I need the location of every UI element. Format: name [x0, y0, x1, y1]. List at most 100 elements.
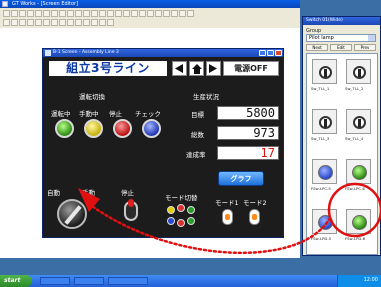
palette-item-caption: Sw_TLL_2: [345, 86, 364, 91]
palette-edit-button[interactable]: Edit: [330, 44, 352, 51]
pie-tool-icon[interactable]: [59, 19, 66, 26]
lamp-tool-icon[interactable]: [91, 19, 98, 26]
select-tool-icon[interactable]: [3, 19, 10, 26]
palette-switch-item[interactable]: [346, 59, 371, 84]
lamp-icon: [352, 215, 367, 230]
align-icon[interactable]: [91, 10, 98, 17]
properties-icon[interactable]: [147, 10, 154, 17]
taskbar-item[interactable]: [74, 277, 104, 285]
comment-icon[interactable]: [163, 10, 170, 17]
stop-toggle-switch[interactable]: [124, 199, 138, 221]
lamp-icon: [318, 165, 333, 180]
total-value[interactable]: 973: [217, 126, 279, 140]
mode1-key-switch[interactable]: [222, 209, 233, 225]
tray-clock: 12:00: [363, 277, 378, 283]
palette-prev-button[interactable]: Prev: [354, 44, 376, 51]
target-label: 目標: [191, 111, 204, 119]
front-icon[interactable]: [115, 10, 122, 17]
graph-tool-icon[interactable]: [107, 19, 114, 26]
close-icon[interactable]: [275, 50, 282, 56]
fill-tool-icon[interactable]: [67, 19, 74, 26]
check-lamp: [142, 119, 161, 138]
screen-icon: [45, 50, 51, 56]
taskbar: start 12:00: [0, 275, 381, 287]
ungroup-icon[interactable]: [107, 10, 114, 17]
home-screen-button[interactable]: [189, 61, 204, 76]
undo-icon[interactable]: [59, 10, 66, 17]
mode1-label: モード1: [215, 199, 239, 207]
editor-title: GT Works - [Screen Editor]: [12, 1, 79, 7]
lamp-icon: [318, 215, 333, 230]
line-tool-icon[interactable]: [19, 19, 26, 26]
polyline-tool-icon[interactable]: [27, 19, 34, 26]
text-tool-icon[interactable]: [11, 19, 18, 26]
transfer-icon[interactable]: [171, 10, 178, 17]
app-icon: [2, 1, 8, 7]
auto-manual-selector-switch[interactable]: [57, 199, 87, 229]
line-title: 組立3号ライン: [49, 61, 167, 76]
start-button[interactable]: start: [0, 275, 32, 287]
new-file-icon[interactable]: [3, 10, 10, 17]
palette-switch-item[interactable]: [312, 59, 337, 84]
prev-screen-button[interactable]: [172, 61, 187, 76]
grid-icon[interactable]: [83, 10, 90, 17]
open-folder-icon[interactable]: [11, 10, 18, 17]
palette-group-select[interactable]: Pilot lamp: [306, 34, 376, 42]
palette-next-button[interactable]: Next: [306, 44, 328, 51]
switch-tool-icon[interactable]: [83, 19, 90, 26]
taskbar-item[interactable]: [40, 277, 70, 285]
image-tool-icon[interactable]: [75, 19, 82, 26]
group-icon[interactable]: [99, 10, 106, 17]
save-icon[interactable]: [19, 10, 26, 17]
palette-item-caption: Sw_TLL_3: [311, 136, 330, 141]
switch-icon: [353, 116, 366, 129]
zoom-icon[interactable]: [75, 10, 82, 17]
palette-lamp-item[interactable]: [312, 159, 337, 184]
rectangle-tool-icon[interactable]: [35, 19, 42, 26]
device-icon[interactable]: [155, 10, 162, 17]
auto-label: 自動: [47, 189, 60, 197]
numeric-tool-icon[interactable]: [99, 19, 106, 26]
minimize-icon[interactable]: [259, 50, 266, 56]
palette-switch-item[interactable]: [312, 109, 337, 134]
flip-icon[interactable]: [139, 10, 146, 17]
maximize-icon[interactable]: [267, 50, 274, 56]
running-lamp: [55, 119, 74, 138]
rotate-icon[interactable]: [131, 10, 138, 17]
home-icon: [191, 63, 202, 74]
rate-value[interactable]: 17: [217, 146, 279, 160]
manual-lamp: [84, 119, 103, 138]
power-off-button[interactable]: 電源OFF: [223, 61, 279, 76]
window-controls: [259, 50, 282, 56]
simulate-icon[interactable]: [179, 10, 186, 17]
redo-icon[interactable]: [67, 10, 74, 17]
next-screen-button[interactable]: [206, 61, 221, 76]
hmi-window-title: B-1 Screen - Assembly Line 3: [53, 50, 119, 55]
palette-item-caption: Sw_TLL_4: [345, 136, 364, 141]
mode2-key-switch[interactable]: [249, 209, 260, 225]
cut-icon[interactable]: [35, 10, 42, 17]
chevron-down-icon[interactable]: [368, 35, 375, 41]
system-tray: 12:00: [337, 275, 381, 287]
palette-lamp-item-selected[interactable]: [346, 159, 371, 184]
key-knob: [252, 214, 257, 220]
graph-button[interactable]: グラフ: [218, 171, 264, 186]
hmi-window-title-bar: B-1 Screen - Assembly Line 3: [43, 49, 283, 57]
taskbar-item[interactable]: [108, 277, 148, 285]
arc-tool-icon[interactable]: [51, 19, 58, 26]
copy-icon[interactable]: [43, 10, 50, 17]
print-icon[interactable]: [27, 10, 34, 17]
target-value[interactable]: 5800: [217, 106, 279, 120]
help-icon[interactable]: [187, 10, 194, 17]
hmi-screen-window[interactable]: B-1 Screen - Assembly Line 3 組立3号ライン 電源O…: [42, 48, 284, 238]
palette-lamp-item[interactable]: [312, 209, 337, 234]
palette-item-caption: FSw-LPD-5: [311, 236, 332, 241]
palette-lamp-item[interactable]: [346, 209, 371, 234]
palette-switch-item[interactable]: [346, 109, 371, 134]
total-label: 総数: [191, 131, 204, 139]
stop-lamp: [113, 119, 132, 138]
paste-icon[interactable]: [51, 10, 58, 17]
palette-title-bar: Switch 01(Wide): [303, 17, 380, 25]
circle-tool-icon[interactable]: [43, 19, 50, 26]
back-icon[interactable]: [123, 10, 130, 17]
